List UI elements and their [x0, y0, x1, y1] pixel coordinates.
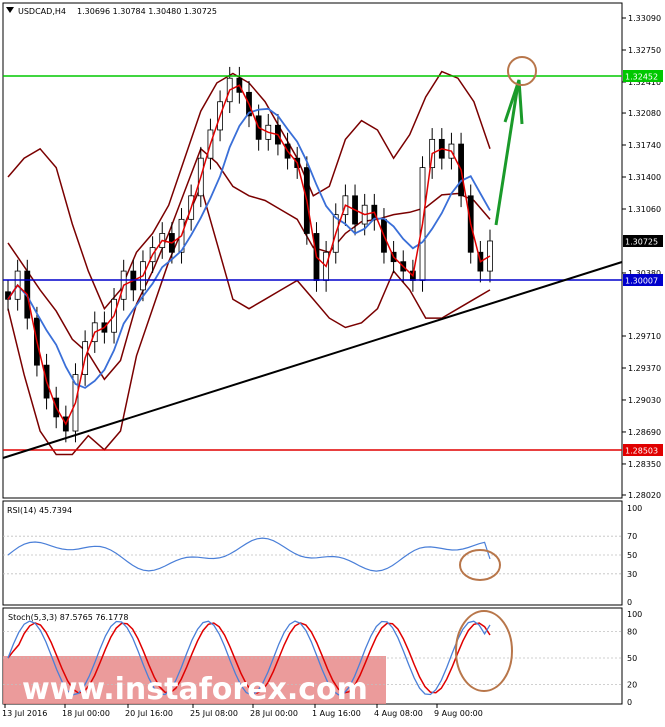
chart-canvas[interactable]: 1.330901.327501.324101.320801.317401.314…	[0, 0, 665, 723]
price-tick-label: 1.32080	[628, 109, 661, 118]
rsi-tick-label: 0	[627, 598, 632, 607]
price-tick-label: 1.31060	[628, 205, 661, 214]
time-tick-label: 13 Jul 2016	[2, 709, 47, 718]
price-tick-label: 1.29030	[628, 396, 661, 405]
time-tick-label: 4 Aug 08:00	[374, 709, 423, 718]
time-tick-label: 20 Jul 16:00	[125, 709, 173, 718]
price-tick-label: 1.31400	[628, 173, 661, 182]
rsi-tick-label: 50	[627, 551, 637, 560]
stoch-tick-label: 50	[627, 654, 637, 663]
price-panel[interactable]	[2, 2, 623, 499]
price-tick-label: 1.31740	[628, 141, 661, 150]
watermark-text: www.instaforex.com	[22, 672, 368, 707]
time-tick-label: 18 Jul 00:00	[62, 709, 110, 718]
level-tag-support: 1.30007	[623, 274, 663, 286]
rsi-panel[interactable]	[2, 500, 623, 606]
current-price-value: 1.30725	[625, 238, 658, 247]
low-value: 1.28503	[625, 447, 658, 456]
ohlc-readout: 1.30696 1.30784 1.30480 1.30725	[77, 7, 217, 16]
rsi-tick-label: 70	[627, 532, 637, 541]
stoch-tick-label: 100	[627, 610, 642, 619]
symbol-label: USDCAD,H4	[18, 7, 66, 16]
level-tag-current: 1.30725	[623, 235, 663, 247]
level-tag-resistance: 1.32452	[623, 70, 663, 82]
price-tick-label: 1.28350	[628, 460, 661, 469]
stoch-label: Stoch(5,3,3) 87.5765 76.1778	[8, 613, 128, 622]
price-tick-label: 1.33090	[628, 14, 661, 23]
level-tag-low: 1.28503	[623, 444, 663, 456]
price-axis: 1.330901.327501.324101.320801.317401.314…	[622, 14, 661, 500]
time-tick-label: 28 Jul 00:00	[250, 709, 298, 718]
price-tick-label: 1.29370	[628, 364, 661, 373]
stoch-tick-label: 20	[627, 680, 637, 689]
resistance-value: 1.32452	[625, 73, 658, 82]
price-tick-label: 1.28690	[628, 428, 661, 437]
price-tick-label: 1.29710	[628, 332, 661, 341]
time-tick-label: 1 Aug 16:00	[312, 709, 361, 718]
time-tick-label: 9 Aug 00:00	[434, 709, 483, 718]
price-tick-label: 1.28020	[628, 491, 661, 500]
rsi-tick-label: 30	[627, 570, 637, 579]
stoch-tick-label: 80	[627, 628, 637, 637]
price-tick-label: 1.32750	[628, 46, 661, 55]
rsi-tick-label: 100	[627, 504, 642, 513]
support-value: 1.30007	[625, 277, 658, 286]
stoch-axis: 100 80 50 20 0	[627, 610, 642, 707]
rsi-label: RSI(14) 45.7394	[7, 506, 72, 515]
time-tick-label: 25 Jul 08:00	[190, 709, 238, 718]
rsi-axis: 100 70 50 30 0	[627, 504, 642, 607]
stoch-tick-label: 0	[627, 698, 632, 707]
